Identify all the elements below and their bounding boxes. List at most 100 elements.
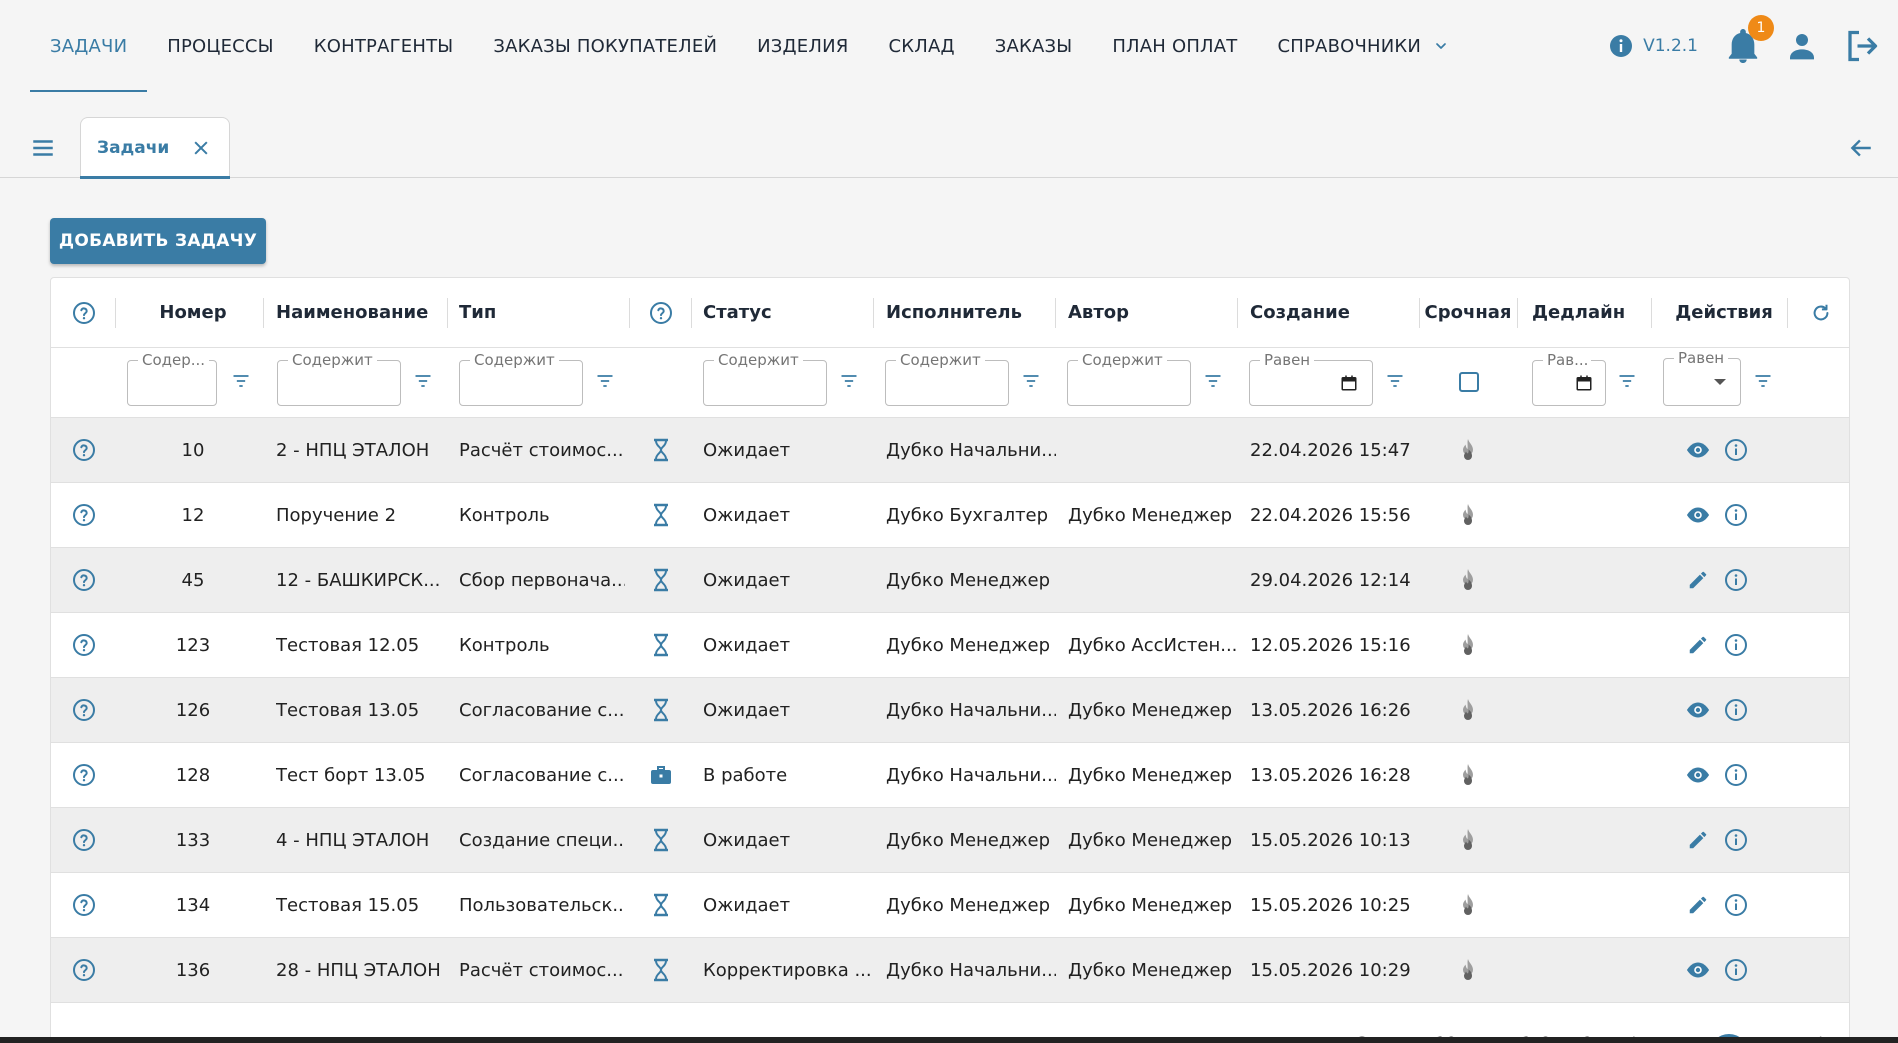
task-number: 123 (175, 634, 211, 656)
filter-icon[interactable] (1385, 371, 1405, 391)
header-name[interactable]: Наименование (276, 278, 446, 347)
header-created[interactable]: Создание (1250, 278, 1410, 347)
fire-icon[interactable] (1421, 418, 1515, 482)
info-icon[interactable] (1711, 678, 1761, 742)
filter-icon[interactable] (231, 371, 251, 391)
calendar-icon[interactable] (1340, 374, 1358, 392)
version-label: V1.2.1 (1643, 36, 1698, 56)
header-type[interactable]: Тип (459, 278, 619, 347)
table-row[interactable]: 136 28 - НПЦ ЭТАЛОН Расчёт стоимос... Корре… (51, 938, 1849, 1003)
top-right-controls: V1.2.1 1 (1609, 0, 1880, 92)
fire-icon[interactable] (1421, 743, 1515, 807)
nav-item-references[interactable]: СПРАВОЧНИКИ (1258, 0, 1470, 92)
fire-icon[interactable] (1421, 873, 1515, 937)
help-status-icon[interactable] (641, 278, 681, 347)
nav-item-orders[interactable]: ЗАКАЗЫ (975, 0, 1093, 92)
column-separator (263, 298, 264, 328)
nav-item-processes[interactable]: ПРОЦЕССЫ (147, 0, 294, 92)
task-executor: Дубко Начальни... (886, 764, 1056, 786)
nav-item-tasks[interactable]: ЗАДАЧИ (30, 0, 148, 92)
help-header-icon[interactable] (69, 278, 99, 347)
refresh-icon (1813, 304, 1829, 320)
logout-button[interactable] (1844, 28, 1880, 64)
header-status[interactable]: Статус (703, 278, 863, 347)
filter-author-input[interactable]: Содержит (1067, 351, 1191, 406)
header-urgent[interactable]: Срочная (1421, 278, 1515, 347)
table-row[interactable]: 123 Тестовая 12.05 Контроль Ожидает Дубко Ме… (51, 613, 1849, 678)
filter-icon[interactable] (413, 371, 433, 391)
menu-button[interactable] (30, 135, 56, 161)
help-icon[interactable] (69, 483, 99, 547)
notifications-button[interactable]: 1 (1726, 15, 1774, 65)
fire-icon[interactable] (1421, 613, 1515, 677)
table-row[interactable]: 126 Тестовая 13.05 Согласование с... Ожидае… (51, 678, 1849, 743)
info-icon[interactable] (1711, 743, 1761, 807)
filter-executor-input[interactable]: Содержит (885, 351, 1009, 406)
help-icon[interactable] (69, 938, 99, 1002)
nav-item-contractors[interactable]: КОНТРАГЕНТЫ (294, 0, 474, 92)
filter-number-input[interactable]: Содер... (127, 351, 217, 406)
info-icon[interactable] (1711, 418, 1761, 482)
info-icon[interactable] (1711, 613, 1761, 677)
hourglass-icon (641, 678, 681, 742)
version-info[interactable]: V1.2.1 (1609, 34, 1698, 58)
main-nav: ЗАДАЧИ ПРОЦЕССЫ КОНТРАГЕНТЫ ЗАКАЗЫ ПОКУП… (30, 0, 1469, 92)
urgent-filter-checkbox[interactable] (1459, 372, 1479, 392)
filter-label: Содержит (896, 351, 985, 369)
help-icon[interactable] (69, 613, 99, 677)
column-separator (1055, 298, 1056, 328)
nav-item-products[interactable]: ИЗДЕЛИЯ (737, 0, 868, 92)
profile-button[interactable] (1786, 30, 1818, 62)
nav-item-customer-orders[interactable]: ЗАКАЗЫ ПОКУПАТЕЛЕЙ (473, 0, 737, 92)
filter-type-input[interactable]: Содержит (459, 351, 583, 406)
dropdown-arrow-icon (1714, 379, 1726, 385)
column-separator (115, 298, 116, 328)
table-row[interactable]: 133 4 - НПЦ ЭТАЛОН Создание специ... Ожидае… (51, 808, 1849, 873)
close-icon[interactable] (191, 138, 211, 158)
info-icon[interactable] (1711, 548, 1761, 612)
fire-icon[interactable] (1421, 678, 1515, 742)
table-row[interactable]: 134 Тестовая 15.05 Пользовательск... Ожидае… (51, 873, 1849, 938)
table-row[interactable]: 10 2 - НПЦ ЭТАЛОН Расчёт стоимос... Ожидает… (51, 418, 1849, 483)
filter-icon[interactable] (1203, 371, 1223, 391)
nav-item-warehouse[interactable]: СКЛАД (868, 0, 974, 92)
filter-icon[interactable] (595, 371, 615, 391)
help-icon[interactable] (69, 678, 99, 742)
info-icon[interactable] (1711, 808, 1761, 872)
filter-icon[interactable] (1617, 371, 1637, 391)
help-icon[interactable] (69, 873, 99, 937)
task-author (1068, 548, 1238, 612)
add-task-button[interactable]: ДОБАВИТЬ ЗАДАЧУ (50, 218, 266, 264)
table-row[interactable]: 12 Поручение 2 Контроль Ожидает Дубко Бухгал… (51, 483, 1849, 548)
fire-icon[interactable] (1421, 548, 1515, 612)
table-row[interactable]: 45 12 - БАШКИРСК... Сбор первонача... Ожида… (51, 548, 1849, 613)
fire-icon[interactable] (1421, 483, 1515, 547)
filter-icon[interactable] (839, 371, 859, 391)
filter-icon[interactable] (1753, 371, 1773, 391)
filter-icon[interactable] (1021, 371, 1041, 391)
help-icon[interactable] (69, 418, 99, 482)
info-icon[interactable] (1711, 873, 1761, 937)
nav-item-payment-plan[interactable]: ПЛАН ОПЛАТ (1092, 0, 1257, 92)
calendar-icon[interactable] (1575, 374, 1593, 392)
header-executor[interactable]: Исполнитель (886, 278, 1056, 347)
filter-status-input[interactable]: Содержит (703, 351, 827, 406)
header-author[interactable]: Автор (1068, 278, 1228, 347)
fire-icon[interactable] (1421, 938, 1515, 1002)
help-icon[interactable] (69, 808, 99, 872)
help-icon[interactable] (69, 548, 99, 612)
header-deadline[interactable]: Дедлайн (1532, 278, 1632, 347)
table-row[interactable]: 128 Тест борт 13.05 Согласование с... В раб… (51, 743, 1849, 808)
filter-actions-select[interactable]: Равен (1663, 349, 1741, 406)
header-number[interactable]: Номер (123, 278, 263, 347)
help-icon[interactable] (69, 743, 99, 807)
info-icon[interactable] (1711, 938, 1761, 1002)
filter-created-date[interactable]: Равен (1249, 351, 1373, 406)
back-button[interactable] (1848, 135, 1874, 161)
info-icon[interactable] (1711, 483, 1761, 547)
filter-name-input[interactable]: Содержит (277, 351, 401, 406)
fire-icon[interactable] (1421, 808, 1515, 872)
filter-deadline-date[interactable]: Рав... (1532, 351, 1606, 406)
tab-tasks[interactable]: Задачи (80, 117, 230, 179)
refresh-button[interactable] (1803, 278, 1839, 347)
